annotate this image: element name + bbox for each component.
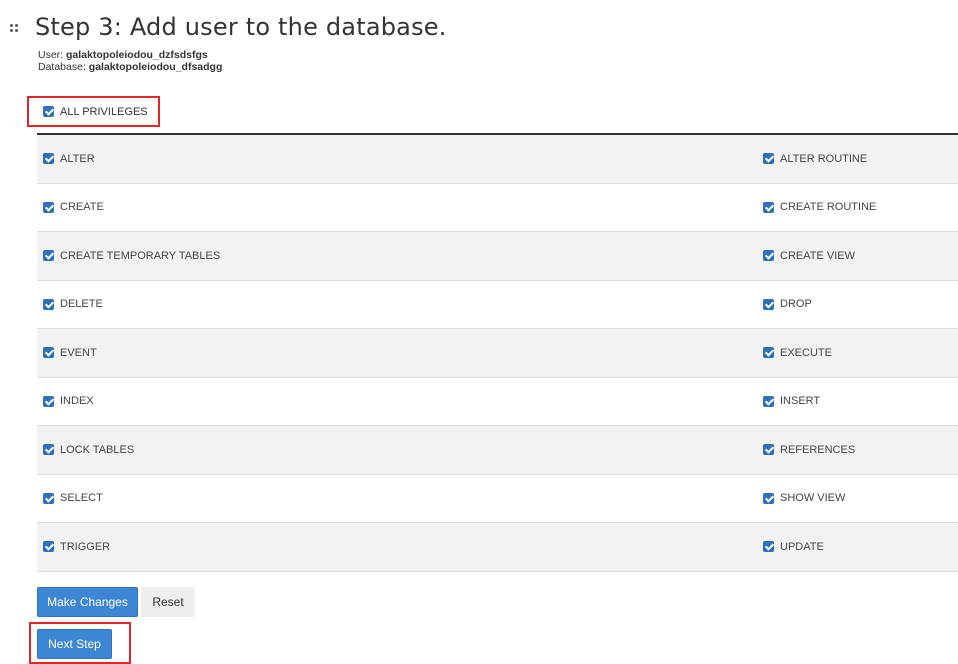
user-label: User: [38, 49, 64, 61]
checkbox-checked-icon[interactable] [43, 541, 54, 553]
privilege-checkbox[interactable]: DROP [763, 298, 812, 310]
checkbox-checked-icon[interactable] [763, 444, 774, 456]
checkbox-checked-icon[interactable] [43, 395, 54, 407]
privilege-checkbox[interactable]: INSERT [763, 395, 820, 407]
checkbox-checked-icon[interactable] [43, 250, 54, 262]
privilege-label: ALTER ROUTINE [780, 152, 868, 165]
privilege-row: INDEX INSERT [37, 377, 958, 426]
privilege-checkbox[interactable]: SHOW VIEW [763, 492, 845, 504]
database-value: galaktopoleiodou_dfsadgg [88, 61, 223, 73]
checkbox-checked-icon[interactable] [43, 347, 54, 359]
privilege-row: LOCK TABLES REFERENCES [37, 426, 958, 475]
all-privileges-checkbox[interactable]: ALL PRIVILEGES [27, 96, 160, 127]
privilege-row: EVENT EXECUTE [37, 329, 958, 378]
checkbox-checked-icon[interactable] [43, 153, 54, 165]
privilege-label: TRIGGER [60, 540, 111, 553]
checkbox-checked-icon[interactable] [763, 153, 774, 165]
privilege-label: DROP [780, 298, 812, 311]
privilege-checkbox[interactable]: EVENT [43, 347, 97, 359]
privilege-label: INDEX [60, 395, 94, 408]
privilege-checkbox[interactable]: EXECUTE [763, 347, 832, 359]
user-line: User: galaktopoleiodou_dzfsdsfgs [38, 49, 208, 61]
reset-button[interactable]: Reset [141, 587, 195, 617]
privilege-checkbox[interactable]: ALTER ROUTINE [763, 153, 867, 165]
privilege-checkbox[interactable]: CREATE [43, 201, 104, 213]
page-title: Step 3: Add user to the database. [35, 13, 447, 41]
privilege-checkbox[interactable]: CREATE ROUTINE [763, 201, 876, 213]
privilege-label: REFERENCES [780, 443, 856, 456]
make-changes-button[interactable]: Make Changes [37, 587, 138, 617]
privilege-label: DELETE [60, 298, 103, 311]
privilege-row: CREATE TEMPORARY TABLES CREATE VIEW [37, 232, 958, 281]
next-step-button[interactable]: Next Step [37, 629, 112, 659]
database-label: Database: [38, 61, 86, 73]
privilege-label: SHOW VIEW [780, 492, 846, 505]
privilege-label: CREATE VIEW [780, 249, 855, 262]
privilege-row: ALTER ALTER ROUTINE [37, 135, 958, 184]
privilege-row: DELETE DROP [37, 280, 958, 329]
privilege-checkbox[interactable]: CREATE VIEW [763, 250, 855, 262]
privilege-checkbox[interactable]: CREATE TEMPORARY TABLES [43, 250, 220, 262]
checkbox-checked-icon[interactable] [43, 298, 54, 310]
checkbox-checked-icon[interactable] [43, 201, 54, 213]
privilege-checkbox[interactable]: LOCK TABLES [43, 444, 134, 456]
checkbox-checked-icon[interactable] [43, 444, 54, 456]
privilege-label: CREATE [60, 201, 104, 214]
checkbox-checked-icon[interactable] [43, 492, 54, 504]
all-privileges-label: ALL PRIVILEGES [60, 105, 148, 118]
privilege-label: INSERT [780, 395, 821, 408]
privileges-table: ALTER ALTER ROUTINE CREATE CREATE ROUTINE CR… [37, 135, 958, 572]
user-value: galaktopoleiodou_dzfsdsfgs [66, 49, 208, 61]
privilege-label: ALTER [60, 152, 95, 165]
privilege-checkbox[interactable]: ALTER [43, 153, 95, 165]
privilege-row: CREATE CREATE ROUTINE [37, 183, 958, 232]
checkbox-checked-icon[interactable] [763, 250, 774, 262]
checkbox-checked-icon[interactable] [763, 541, 774, 553]
privilege-checkbox[interactable]: TRIGGER [43, 541, 110, 553]
checkbox-checked-icon[interactable] [763, 347, 774, 359]
privilege-label: SELECT [60, 492, 103, 505]
privilege-checkbox[interactable]: DELETE [43, 298, 103, 310]
checkbox-checked-icon[interactable] [763, 395, 774, 407]
checkbox-checked-icon[interactable] [763, 492, 774, 504]
privilege-checkbox[interactable]: UPDATE [763, 541, 824, 553]
privilege-label: LOCK TABLES [60, 443, 135, 456]
privilege-checkbox[interactable]: SELECT [43, 492, 103, 504]
privilege-label: CREATE ROUTINE [780, 201, 877, 214]
privilege-row: SELECT SHOW VIEW [37, 474, 958, 523]
privilege-label: EVENT [60, 346, 97, 359]
checkbox-checked-icon[interactable] [763, 201, 774, 213]
checkbox-checked-icon[interactable] [43, 106, 54, 117]
privilege-checkbox[interactable]: INDEX [43, 395, 94, 407]
privilege-label: UPDATE [780, 540, 824, 553]
checkbox-checked-icon[interactable] [763, 298, 774, 310]
side-handle-icon [10, 24, 20, 38]
privilege-row: TRIGGER UPDATE [37, 523, 958, 572]
privilege-label: CREATE TEMPORARY TABLES [60, 249, 221, 262]
privilege-label: EXECUTE [780, 346, 832, 359]
database-line: Database: galaktopoleiodou_dfsadgg [38, 61, 222, 73]
privilege-checkbox[interactable]: REFERENCES [763, 444, 855, 456]
